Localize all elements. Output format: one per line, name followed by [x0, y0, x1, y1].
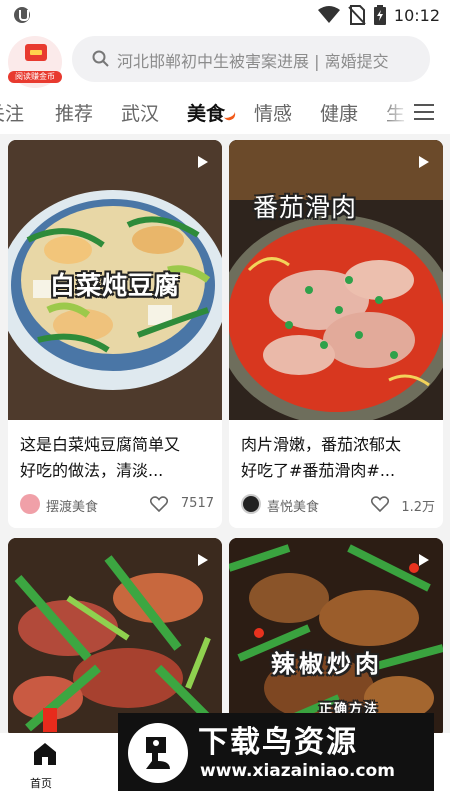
bacon-stirfry-image — [8, 538, 222, 738]
heart-icon[interactable] — [150, 496, 168, 512]
author-row: 喜悦美食 1.2万 — [241, 494, 435, 516]
tomato-pork-image — [229, 140, 443, 420]
tabs-fade — [380, 90, 410, 134]
category-tabs: 关注 推荐 武汉 美食 情感 健康 生 — [0, 90, 450, 134]
feed-card[interactable]: 白菜炖豆腐 这是白菜炖豆腐简单又 好吃的做法，清淡... 摆渡美食 7517 — [8, 140, 222, 528]
card-thumbnail: 番茄滑肉 — [229, 140, 443, 420]
gift-icon — [25, 44, 47, 61]
thumbnail-overlay-title: 番茄滑肉 — [253, 193, 358, 222]
status-icons: 10:12 — [317, 4, 440, 26]
feed-card[interactable] — [8, 538, 222, 738]
search-bar[interactable]: 河北邯郸初中生被害案进展 | 离婚提交 — [72, 36, 430, 82]
card-title-line: 肉片滑嫩，番茄浓郁太 — [241, 435, 402, 454]
feed-card[interactable]: 番茄滑肉 肉片滑嫩，番茄浓郁太 好吃了#番茄滑肉#... 喜悦美食 1.2万 — [229, 140, 443, 528]
card-title: 这是白菜炖豆腐简单又 好吃的做法，清淡... — [20, 432, 212, 484]
author-row: 摆渡美食 7517 — [20, 494, 214, 516]
play-icon — [419, 554, 429, 566]
like-count: 7517 — [180, 496, 214, 511]
like-count: 1.2万 — [401, 500, 435, 515]
heart-icon[interactable] — [371, 496, 389, 512]
author-name[interactable]: 摆渡美食 — [46, 496, 98, 515]
search-placeholder: 河北邯郸初中生被害案进展 | 离婚提交 — [117, 52, 389, 71]
home-icon[interactable] — [32, 741, 58, 767]
earn-coins-label: 阅读赚金币 — [8, 71, 62, 83]
tab-recommend[interactable]: 推荐 — [55, 99, 93, 126]
search-icon — [92, 50, 109, 67]
tab-emotion[interactable]: 情感 — [254, 99, 292, 126]
wifi-icon — [317, 6, 340, 23]
bird-logo-icon — [128, 723, 188, 783]
tab-follow[interactable]: 关注 — [0, 99, 24, 126]
shield-icon — [14, 7, 30, 23]
thumbnail-overlay-title: 辣椒炒肉 — [271, 650, 383, 678]
watermark-url: www.xiazainiao.com — [200, 761, 395, 781]
no-sim-icon — [348, 5, 366, 25]
play-icon — [419, 156, 429, 168]
card-title-line: 好吃了#番茄滑肉#... — [241, 461, 396, 480]
card-thumbnail: 辣椒炒肉 正确方法 — [229, 538, 443, 738]
watermark-banner: 下载鸟资源 www.xiazainiao.com — [118, 713, 434, 791]
author-name[interactable]: 喜悦美食 — [267, 496, 319, 515]
watermark-title: 下载鸟资源 — [198, 725, 358, 760]
battery-icon — [373, 5, 386, 25]
tab-health[interactable]: 健康 — [320, 99, 358, 126]
menu-icon[interactable] — [414, 104, 434, 120]
status-bar: 10:12 — [0, 0, 450, 30]
tab-food[interactable]: 美食 — [187, 99, 225, 126]
app-screen: 10:12 阅读赚金币 河北邯郸初中生被害案进展 | 离婚提交 关注 推荐 武汉… — [0, 0, 450, 800]
avatar[interactable] — [20, 494, 40, 514]
card-thumbnail — [8, 538, 222, 738]
clock: 10:12 — [393, 5, 440, 25]
avatar[interactable] — [241, 494, 261, 514]
tab-wuhan[interactable]: 武汉 — [121, 99, 159, 126]
header: 阅读赚金币 河北邯郸初中生被害案进展 | 离婚提交 — [0, 30, 450, 90]
card-thumbnail: 白菜炖豆腐 — [8, 140, 222, 420]
card-title-line: 这是白菜炖豆腐简单又 — [20, 435, 181, 454]
card-title-line: 好吃的做法，清淡... — [20, 461, 164, 480]
feed-card[interactable]: 辣椒炒肉 正确方法 — [229, 538, 443, 738]
thumbnail-overlay-title: 白菜炖豆腐 — [50, 271, 181, 300]
play-icon — [198, 156, 208, 168]
play-icon — [198, 554, 208, 566]
earn-coins-button[interactable]: 阅读赚金币 — [8, 36, 62, 88]
card-title: 肉片滑嫩，番茄浓郁太 好吃了#番茄滑肉#... — [241, 432, 433, 484]
nav-home-label[interactable]: 首页 — [30, 775, 52, 791]
